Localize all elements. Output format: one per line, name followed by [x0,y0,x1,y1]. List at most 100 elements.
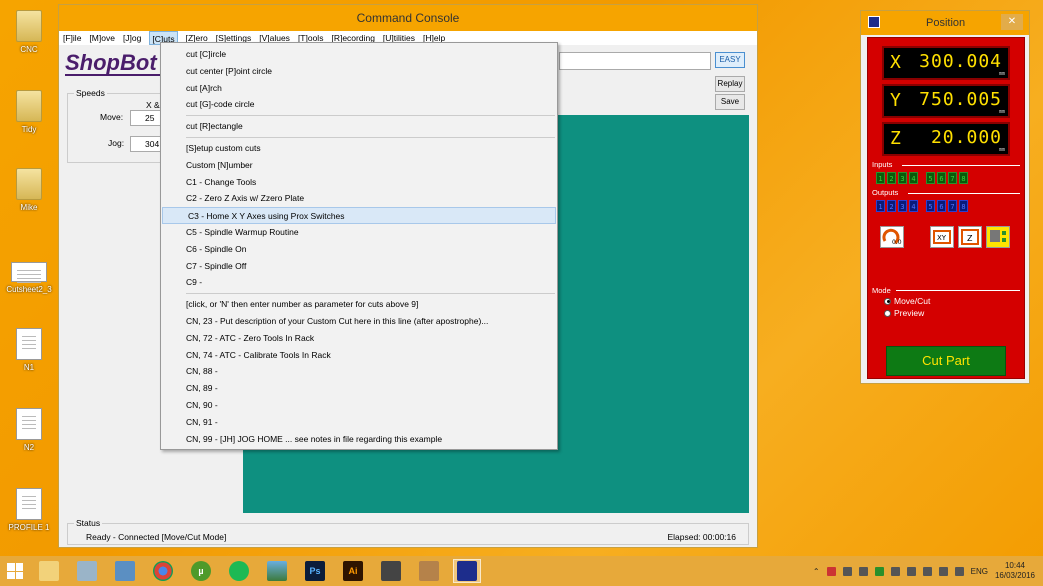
taskbar-shopbot[interactable] [453,559,481,583]
start-button[interactable] [0,556,30,586]
y-axis-readout[interactable]: Y 750.005 mm [882,84,1010,118]
menu-jog[interactable]: [J]og [123,31,141,45]
desktop-icon-cutsheet[interactable]: Cutsheet2_3 [4,262,54,294]
replay-button[interactable]: Replay [715,76,745,92]
move-speed-label: Move: [100,112,124,122]
network-icon[interactable] [922,566,932,576]
output-indicator[interactable]: 5 [926,200,935,212]
menu-item-cut-center-point-circle[interactable]: cut center [P]oint circle [161,63,557,80]
windows-logo-icon [7,563,23,579]
tray-app-icon[interactable] [906,566,916,576]
mode-preview-radio[interactable]: Preview [884,308,924,318]
desktop-icon-cnc[interactable]: CNC [4,10,54,54]
menu-item-c1[interactable]: C1 - Change Tools [161,174,557,191]
svg-text:0.0: 0.0 [892,239,902,246]
axis-value: 300.004 [919,51,1002,72]
tray-app-icon[interactable] [826,566,836,576]
output-indicator[interactable]: 4 [909,200,918,212]
output-indicator[interactable]: 1 [876,200,885,212]
taskbar-file-explorer[interactable] [35,559,63,583]
taskbar-vectric[interactable] [415,559,443,583]
menu-item-c6[interactable]: C6 - Spindle On [161,241,557,258]
position-panel: X 300.004 mm Y 750.005 mm Z 20.000 mm In… [867,37,1025,379]
menu-item-setup-custom-cuts[interactable]: [S]etup custom cuts [161,140,557,157]
volume-icon[interactable] [938,566,948,576]
menu-item-cn23[interactable]: CN, 23 - Put description of your Custom … [161,313,557,330]
tray-app-icon[interactable] [858,566,868,576]
taskbar-illustrator[interactable]: Ai [339,559,367,583]
desktop-icon-tidy[interactable]: Tidy [4,90,54,134]
menu-item-cut-arch[interactable]: cut [A]rch [161,80,557,97]
desktop-icon-n1[interactable]: N1 [4,328,54,372]
output-indicator[interactable]: 7 [948,200,957,212]
cuts-dropdown-menu: cut [C]ircle cut center [P]oint circle c… [160,42,558,450]
menu-item-c5[interactable]: C5 - Spindle Warmup Routine [161,224,557,241]
x-axis-readout[interactable]: X 300.004 mm [882,46,1010,80]
menu-item-cut-gcode-circle[interactable]: cut [G]-code circle [161,96,557,113]
output-indicator[interactable]: 8 [959,200,968,212]
axis-unit: mm [998,109,1005,115]
output-indicator[interactable]: 6 [937,200,946,212]
menu-item-cn99[interactable]: CN, 99 - [JH] JOG HOME ... see notes in … [161,431,557,448]
menu-item-c9[interactable]: C9 - [161,274,557,291]
menu-item-c7[interactable]: C7 - Spindle Off [161,258,557,275]
position-title: Position [926,17,966,29]
tray-app-icon[interactable] [874,566,884,576]
output-indicator[interactable]: 3 [898,200,907,212]
taskbar-photos[interactable] [263,559,291,583]
desktop-icon-n2[interactable]: N2 [4,408,54,452]
zero-z-icon[interactable]: 0.0 [880,226,904,248]
save-button[interactable]: Save [715,94,745,110]
menu-item-cn90[interactable]: CN, 90 - [161,397,557,414]
desktop-icon-label: Tidy [21,125,37,134]
zero-z-axis-icon[interactable]: Z [958,226,982,248]
menu-move[interactable]: [M]ove [89,31,115,45]
clock[interactable]: 10:44 16/03/2016 [995,561,1035,581]
menu-item-cut-circle[interactable]: cut [C]ircle [161,46,557,63]
menu-item-cn72[interactable]: CN, 72 - ATC - Zero Tools In Rack [161,330,557,347]
menu-item-cn91[interactable]: CN, 91 - [161,414,557,431]
battery-icon[interactable] [954,566,964,576]
mode-move-cut-radio[interactable]: Move/Cut [884,296,930,306]
tray-app-icon[interactable] [890,566,900,576]
menu-item-cn-hint[interactable]: [click, or 'N' then enter number as para… [161,296,557,313]
menu-item-custom-number[interactable]: Custom [N]umber [161,157,557,174]
easy-button[interactable]: EASY [715,52,745,68]
menu-item-cn88[interactable]: CN, 88 - [161,363,557,380]
keypad-icon[interactable] [986,226,1010,248]
speeds-column-header: X & [146,100,160,110]
menu-item-cn74[interactable]: CN, 74 - ATC - Calibrate Tools In Rack [161,347,557,364]
close-button[interactable]: ✕ [1001,14,1023,30]
taskbar-utorrent[interactable]: µ [187,559,215,583]
divider [896,290,1020,291]
speeds-legend: Speeds [74,88,107,98]
desktop-icon-profile1[interactable]: PROFILE 1 [4,488,54,532]
taskbar-remote-desktop[interactable] [73,559,101,583]
taskbar-inkscape[interactable] [377,559,405,583]
desktop-icon-mike[interactable]: Mike [4,168,54,212]
outputs-label: Outputs [872,188,899,197]
menu-item-c3[interactable]: C3 - Home X Y Axes using Prox Switches [162,207,556,224]
taskbar-network-folder[interactable] [111,559,139,583]
taskbar-chrome[interactable] [149,559,177,583]
taskbar-spotify[interactable] [225,559,253,583]
output-indicator[interactable]: 2 [887,200,896,212]
tray-app-icon[interactable] [842,566,852,576]
z-axis-readout[interactable]: Z 20.000 mm [882,122,1010,156]
taskbar-photoshop[interactable]: Ps [301,559,329,583]
menu-file[interactable]: [F]ile [63,31,81,45]
clock-time: 10:44 [1004,561,1025,570]
cut-part-button[interactable]: Cut Part [886,346,1006,376]
menu-item-cn89[interactable]: CN, 89 - [161,380,557,397]
outputs-indicators: 1 2 3 4 5 6 7 8 [876,200,968,212]
menu-item-cut-rectangle[interactable]: cut [R]ectangle [161,118,557,135]
zero-xy-icon[interactable]: XY [930,226,954,248]
command-input[interactable] [559,52,711,70]
spotify-icon [229,561,249,581]
desktop-icon-label: Cutsheet2_3 [6,285,52,294]
tray-overflow-icon[interactable]: ⌃ [813,567,820,576]
desktop-icon-label: Mike [20,203,38,212]
language-indicator[interactable]: ENG [971,567,988,576]
document-icon [16,408,42,440]
menu-item-c2[interactable]: C2 - Zero Z Axis w/ Zzero Plate [161,190,557,207]
